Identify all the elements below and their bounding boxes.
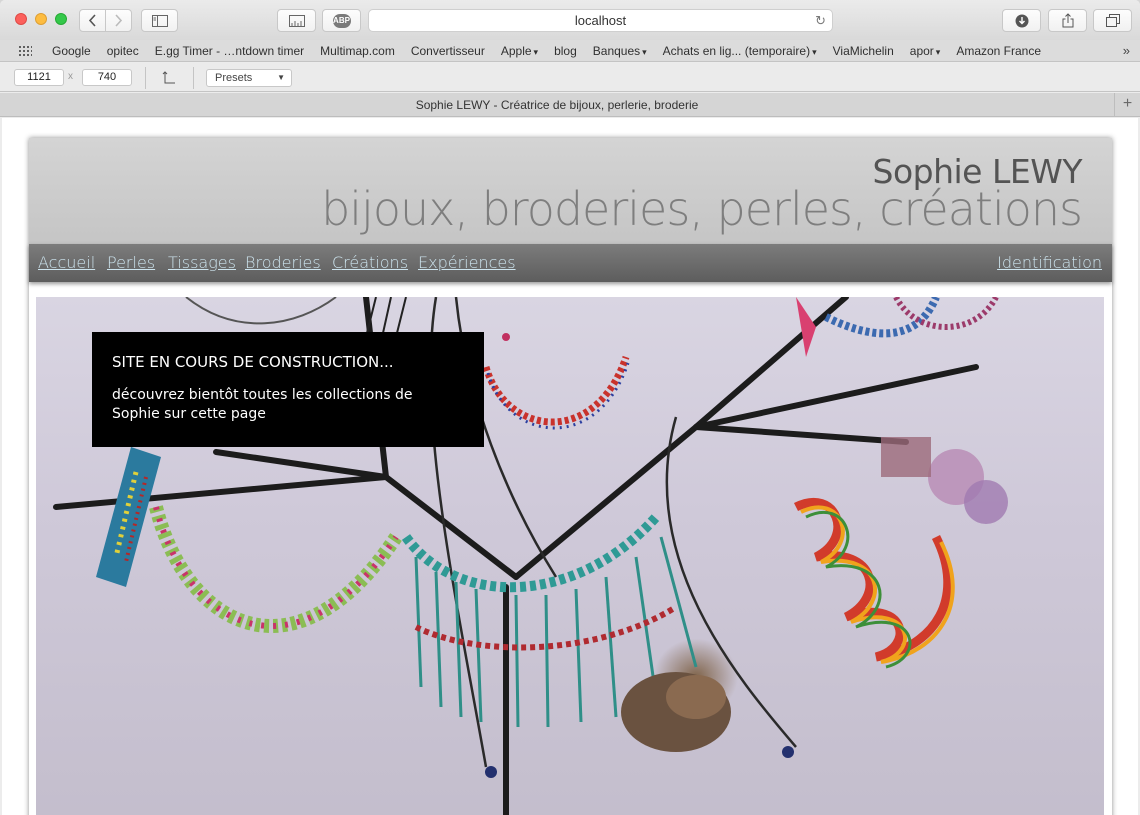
download-icon [1015,14,1028,27]
tab-bar: Sophie LEWY - Créatrice de bijoux, perle… [0,93,1140,117]
nav-link-tissages[interactable]: Tissages [168,253,236,272]
bookmark-amazon[interactable]: Amazon France [948,44,1049,58]
browser-window: ABP localhost ↻ Google opitec E.gg Timer… [0,0,1140,815]
bookmark-opitec[interactable]: opitec [99,44,147,58]
viewport-width-field[interactable]: 1121 [14,69,64,86]
sidebar-icon [151,14,168,27]
site-container: Sophie LEWY bijoux, broderies, perles, c… [29,138,1112,815]
login-link[interactable]: Identification [997,253,1102,272]
bookmark-folder-apor[interactable]: apor ▾ [902,44,949,58]
nav-link-accueil[interactable]: Accueil [38,253,95,272]
chevron-down-icon: ▾ [533,46,539,57]
bookmark-google[interactable]: Google [44,44,99,58]
site-header: Sophie LEWY bijoux, broderies, perles, c… [29,138,1112,244]
reload-icon[interactable]: ↻ [815,13,826,29]
chevron-down-icon: ▾ [935,46,941,57]
apps-grid-icon[interactable] [18,45,32,56]
new-tab-button[interactable]: + [1114,93,1140,116]
nav-link-perles[interactable]: Perles [107,253,155,272]
bookmark-multimap[interactable]: Multimap.com [312,44,403,58]
notice-title: SITE EN COURS DE CONSTRUCTION... [112,353,394,371]
divider [193,67,194,89]
downloads-button[interactable] [1002,9,1041,32]
site-tagline: bijoux, broderies, perles, créations [321,182,1083,236]
more-bookmarks-icon[interactable]: » [1123,43,1130,58]
bookmark-convertisseur[interactable]: Convertisseur [403,44,493,58]
viewport-height-field[interactable]: 740 [82,69,132,86]
construction-notice: SITE EN COURS DE CONSTRUCTION... découvr… [92,332,484,447]
dimension-separator: x [68,71,73,82]
presets-select[interactable]: Presets ▼ [206,69,292,87]
adblock-button[interactable]: ABP [322,9,361,32]
ruler-icon [288,14,305,27]
back-button[interactable] [79,9,106,32]
bookmark-blog[interactable]: blog [546,44,585,58]
reader-button[interactable] [277,9,316,32]
tabs-overview-icon [1105,14,1120,27]
bookmark-folder-apple[interactable]: Apple ▾ [493,44,546,58]
nav-link-broderies[interactable]: Broderies [245,253,321,272]
abp-icon: ABP [332,13,351,28]
chevron-right-icon [115,14,123,27]
hero-photo: SITE EN COURS DE CONSTRUCTION... découvr… [36,297,1104,815]
chevron-down-icon: ▾ [812,46,817,57]
chevron-down-icon: ▾ [642,46,647,57]
bookmark-folder-banques[interactable]: Banques ▾ [585,44,655,58]
notice-text: découvrez bientôt toutes les collections… [112,387,413,422]
forward-button[interactable] [105,9,132,32]
rotate-orientation-icon[interactable] [162,71,176,88]
close-window-button[interactable] [15,13,27,25]
responsive-design-bar: 1121 x 740 Presets ▼ [0,63,1140,92]
chevron-left-icon [88,14,96,27]
maximize-window-button[interactable] [55,13,67,25]
address-text: localhost [574,13,627,28]
bookmark-viamichelin[interactable]: ViaMichelin [825,44,902,58]
minimize-window-button[interactable] [35,13,47,25]
tab-active[interactable]: Sophie LEWY - Créatrice de bijoux, perle… [0,98,1114,112]
bookmark-egg-timer[interactable]: E.gg Timer - …ntdown timer [147,44,312,58]
bookmarks-bar: Google opitec E.gg Timer - …ntdown timer… [0,40,1140,62]
page-viewport: Sophie LEWY bijoux, broderies, perles, c… [2,118,1138,815]
sidebar-toggle-button[interactable] [141,9,178,32]
share-button[interactable] [1048,9,1087,32]
nav-link-creations[interactable]: Créations [332,253,408,272]
bookmark-folder-achats[interactable]: Achats en lig... (temporaire) ▾ [655,44,825,58]
site-navigation: Accueil Perles Tissages Broderies Créati… [29,244,1112,282]
browser-toolbar: ABP localhost ↻ [0,0,1140,40]
divider [145,67,146,89]
caret-down-icon: ▼ [277,73,285,82]
show-tabs-button[interactable] [1093,9,1132,32]
address-bar[interactable]: localhost ↻ [368,9,833,32]
share-icon [1062,13,1073,28]
nav-link-experiences[interactable]: Expériences [418,253,516,272]
